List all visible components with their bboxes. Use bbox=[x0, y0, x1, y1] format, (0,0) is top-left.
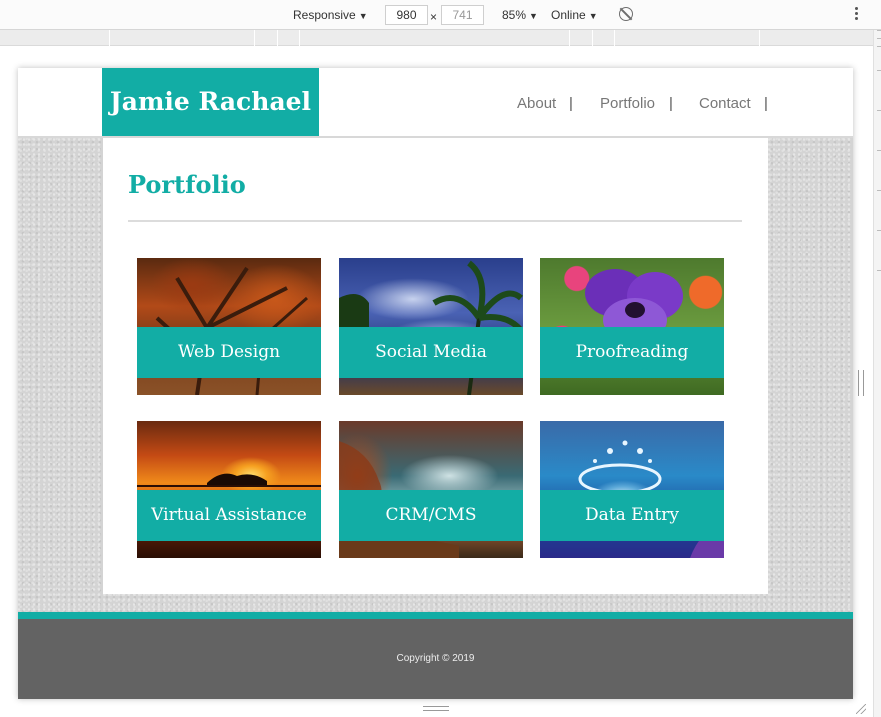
nav-separator: | bbox=[764, 95, 768, 112]
nav-about[interactable]: About bbox=[517, 95, 556, 112]
title-divider bbox=[128, 220, 742, 222]
tile-label: Virtual Assistance bbox=[137, 490, 321, 541]
copyright-text: Copyright © 2019 bbox=[396, 653, 475, 664]
tile-label: Social Media bbox=[339, 327, 523, 378]
portfolio-content: Portfolio Web Design Social Media Proofr… bbox=[103, 138, 768, 594]
caret-down-icon: ▼ bbox=[529, 11, 538, 21]
emulated-viewport: Jamie Rachael About | Portfolio | Contac… bbox=[18, 68, 853, 699]
tile-label: Data Entry bbox=[540, 490, 724, 541]
tile-crm-cms[interactable]: CRM/CMS bbox=[339, 421, 523, 558]
page-title: Portfolio bbox=[128, 170, 246, 199]
dimension-times-icon: × bbox=[430, 10, 438, 24]
tile-social-media[interactable]: Social Media bbox=[339, 258, 523, 395]
tile-web-design[interactable]: Web Design bbox=[137, 258, 321, 395]
media-query-bar[interactable] bbox=[0, 30, 873, 46]
device-label: Responsive bbox=[293, 8, 356, 22]
site-logo[interactable]: Jamie Rachael bbox=[102, 68, 319, 136]
network-label: Online bbox=[551, 8, 586, 22]
site-footer: Copyright © 2019 bbox=[18, 619, 853, 699]
width-input[interactable]: 980 bbox=[385, 5, 428, 25]
corner-resize-icon[interactable] bbox=[856, 704, 866, 714]
site-header: Jamie Rachael About | Portfolio | Contac… bbox=[18, 68, 853, 138]
tile-virtual-assistance[interactable]: Virtual Assistance bbox=[137, 421, 321, 558]
more-options-icon[interactable] bbox=[855, 7, 859, 23]
tile-label: Web Design bbox=[137, 327, 321, 378]
nav-separator: | bbox=[569, 95, 573, 112]
tile-label: CRM/CMS bbox=[339, 490, 523, 541]
nav-separator: | bbox=[669, 95, 673, 112]
footer-accent-stripe bbox=[18, 612, 853, 619]
tile-label: Proofreading bbox=[540, 327, 724, 378]
rotate-icon[interactable] bbox=[619, 7, 633, 21]
device-toolbar: Responsive ▼ 980 × 741 85% ▼ Online ▼ bbox=[0, 0, 881, 30]
bottom-resize-handle[interactable] bbox=[423, 706, 449, 711]
nav-portfolio[interactable]: Portfolio bbox=[600, 95, 655, 112]
tile-proofreading[interactable]: Proofreading bbox=[540, 258, 724, 395]
right-resize-rail bbox=[873, 30, 881, 717]
caret-down-icon: ▼ bbox=[588, 11, 598, 21]
zoom-select[interactable]: 85% ▼ bbox=[502, 7, 538, 24]
device-select[interactable]: Responsive ▼ bbox=[293, 7, 368, 24]
tile-data-entry[interactable]: Data Entry bbox=[540, 421, 724, 558]
zoom-label: 85% bbox=[502, 8, 527, 22]
right-resize-handle[interactable] bbox=[858, 370, 864, 396]
height-input[interactable]: 741 bbox=[441, 5, 484, 25]
network-select[interactable]: Online ▼ bbox=[551, 7, 598, 24]
caret-down-icon: ▼ bbox=[358, 11, 368, 21]
nav-contact[interactable]: Contact bbox=[699, 95, 751, 112]
